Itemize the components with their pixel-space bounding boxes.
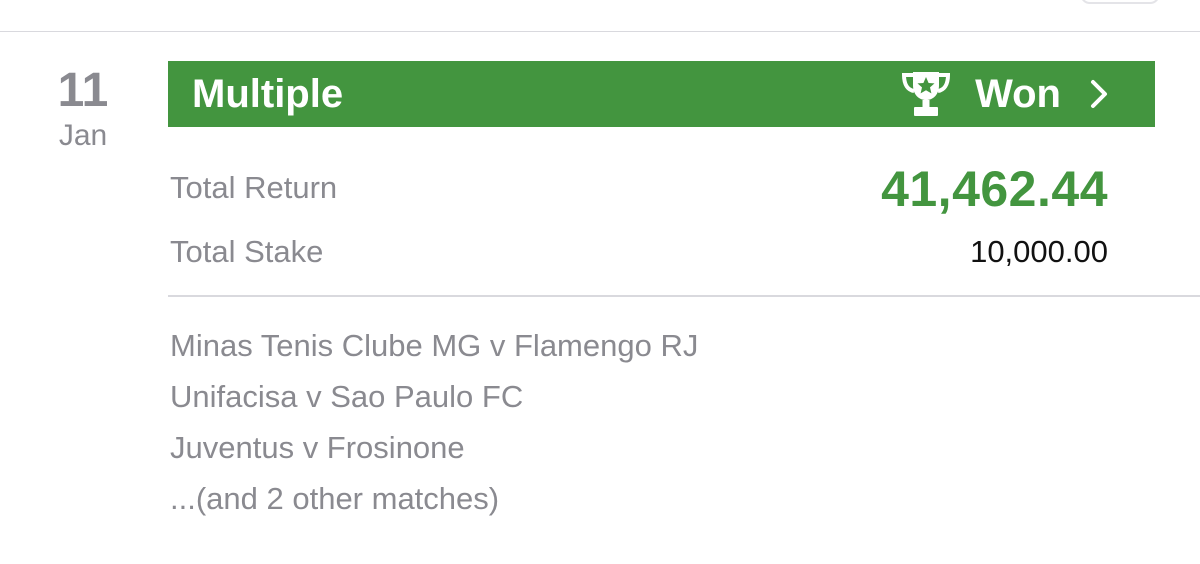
bet-type: Multiple: [192, 71, 344, 116]
date-month: Jan: [58, 119, 108, 152]
total-stake-value: 10,000.00: [970, 234, 1108, 269]
match-item: Juventus v Frosinone: [170, 430, 465, 465]
total-return-value: 41,462.44: [881, 161, 1108, 217]
match-item: Minas Tenis Clube MG v Flamengo RJ: [170, 328, 699, 363]
top-divider: [0, 31, 1200, 32]
match-list: Minas Tenis Clube MG v Flamengo RJ Unifa…: [170, 320, 698, 524]
toggle-partial[interactable]: [1080, 0, 1160, 4]
bet-header-button[interactable]: Multiple Won: [168, 61, 1155, 127]
more-matches: ...(and 2 other matches): [170, 481, 500, 516]
trophy-icon: [902, 72, 951, 116]
date-day: 11: [57, 64, 109, 117]
bet-status: Won: [975, 71, 1061, 116]
section-divider: [168, 295, 1200, 297]
total-stake-label: Total Stake: [170, 234, 324, 269]
total-return-label: Total Return: [170, 170, 338, 205]
chevron-right-icon: [1091, 80, 1107, 108]
match-item: Unifacisa v Sao Paulo FC: [170, 379, 524, 414]
bet-date: 11 Jan: [28, 64, 138, 154]
